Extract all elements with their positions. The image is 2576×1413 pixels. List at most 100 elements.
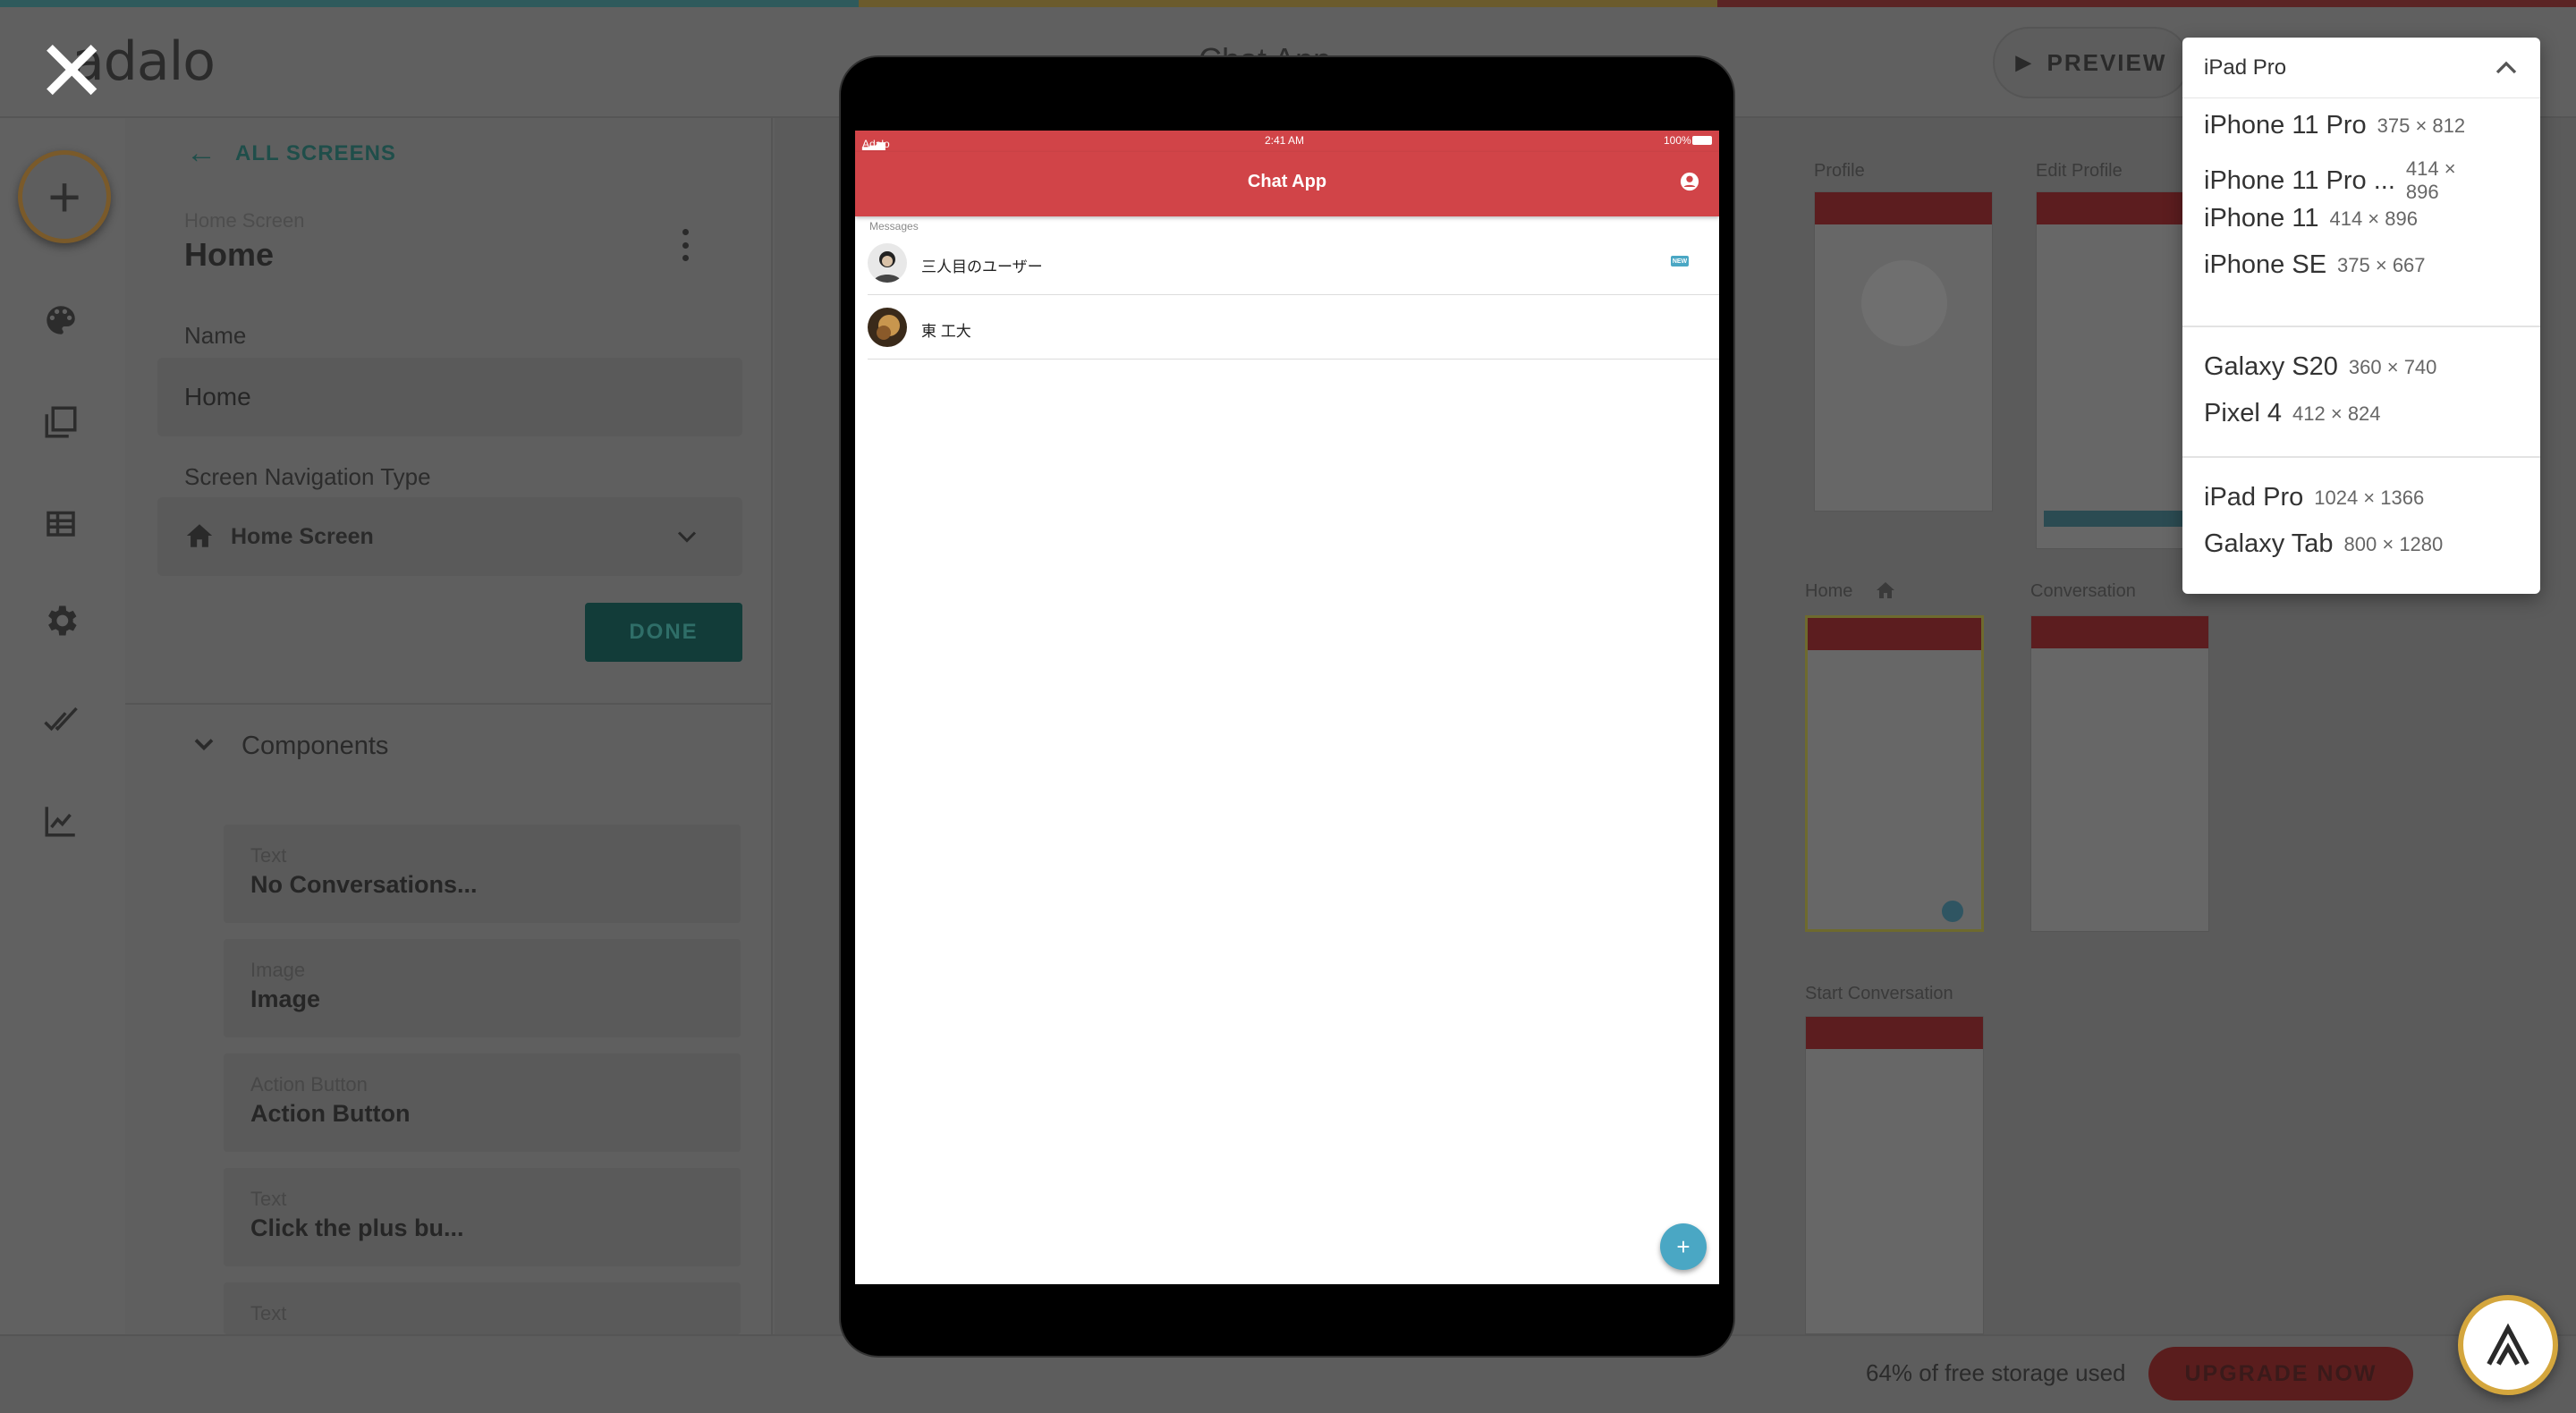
device-option-name: iPad Pro: [2204, 483, 2304, 512]
device-option[interactable]: iPad Pro 1024 × 1366: [2204, 483, 2424, 512]
device-option[interactable]: Pixel 4 412 × 824: [2204, 399, 2381, 428]
panel-divider: [125, 703, 773, 705]
all-screens-label: ALL SCREENS: [235, 140, 396, 165]
battery-icon: [1692, 136, 1712, 145]
publish-checks-icon[interactable]: [32, 692, 89, 749]
device-option-name: iPhone 11 Pro ...: [2204, 165, 2395, 195]
dropdown-header[interactable]: iPad Pro: [2182, 38, 2540, 98]
device-option[interactable]: Galaxy S20 360 × 740: [2204, 352, 2436, 382]
device-screen: ▂▃▅ Adalo 2:41 AM 100% Chat App Messages…: [855, 131, 1719, 1284]
canvas-screen-home[interactable]: [1805, 615, 1984, 932]
device-option-size: 414 × 896: [2329, 207, 2418, 230]
component-item[interactable]: Text No Conversations...: [224, 825, 741, 923]
preview-label: PREVIEW: [2046, 48, 2167, 76]
device-option[interactable]: iPhone 11 414 × 896: [2204, 204, 2418, 233]
device-option-size: 412 × 824: [2292, 402, 2381, 425]
device-option-name: iPhone 11 Pro: [2204, 111, 2367, 140]
nav-type-select[interactable]: Home Screen: [157, 497, 742, 576]
status-bar: ▂▃▅ Adalo 2:41 AM 100%: [855, 131, 1719, 152]
component-item[interactable]: Text: [224, 1282, 741, 1334]
device-option-size: 1024 × 1366: [2314, 486, 2425, 509]
device-option-name: Galaxy S20: [2204, 352, 2338, 381]
device-option-size: 414 × 896: [2405, 157, 2456, 203]
device-option-name: iPhone 11: [2204, 204, 2319, 233]
chevron-down-icon: [188, 728, 220, 765]
component-type: Text: [250, 844, 287, 867]
dropdown-separator: [2182, 326, 2540, 327]
ghost-header: [1815, 192, 1992, 224]
ghost-fab: [1942, 901, 1963, 922]
name-label: Name: [184, 322, 247, 349]
component-type: Text: [250, 1188, 287, 1210]
account-circle-icon[interactable]: [1680, 172, 1699, 191]
device-option-size: 360 × 740: [2348, 355, 2437, 378]
ghost-header: [1806, 1017, 1983, 1049]
device-option-name: Galaxy Tab: [2204, 529, 2334, 558]
components-header[interactable]: Components: [188, 728, 388, 765]
dropdown-separator: [2182, 456, 2540, 458]
ghost-header: [1808, 618, 1981, 650]
device-option-size: 375 × 667: [2337, 253, 2426, 276]
component-item[interactable]: Action Button Action Button: [224, 1053, 741, 1152]
device-option-name: iPhone SE: [2204, 250, 2327, 279]
help-chat-button[interactable]: [2458, 1295, 2558, 1395]
component-item[interactable]: Text Click the plus bu...: [224, 1168, 741, 1266]
component-type: Image: [250, 959, 306, 981]
close-preview-icon[interactable]: ✕: [36, 29, 107, 114]
canvas-screen-start-conversation[interactable]: [1805, 1016, 1984, 1334]
home-icon: [184, 520, 215, 555]
app-bar: Chat App: [855, 152, 1719, 216]
play-icon: ▶: [2015, 51, 2033, 73]
device-option[interactable]: iPhone SE 375 × 667: [2204, 250, 2426, 280]
canvas-screen-label: Profile: [1814, 161, 1865, 181]
status-time: 2:41 AM: [1265, 134, 1305, 147]
device-option-size: 375 × 812: [2377, 114, 2466, 137]
chevron-up-icon: [2496, 61, 2517, 74]
add-component-button[interactable]: +: [18, 150, 111, 243]
component-type: Action Button: [250, 1073, 368, 1096]
nav-type-label: Screen Navigation Type: [184, 463, 431, 490]
home-icon: [1875, 580, 1896, 605]
screens-icon[interactable]: [32, 393, 89, 451]
message-sender-name: 東 工大: [921, 323, 971, 340]
device-option[interactable]: Galaxy Tab 800 × 1280: [2204, 529, 2443, 559]
top-color-bar: [0, 0, 2576, 7]
canvas-screen-label: Home: [1805, 581, 1853, 601]
canvas-screen-label: Edit Profile: [2036, 161, 2123, 181]
preview-button[interactable]: ▶ PREVIEW: [1993, 27, 2190, 98]
adalo-help-icon: [2487, 1323, 2529, 1366]
canvas-screen-conversation[interactable]: [2030, 615, 2209, 932]
device-option[interactable]: iPhone 11 Pro 375 × 812: [2204, 111, 2465, 140]
message-list-item[interactable]: 東 工大: [868, 295, 1719, 360]
settings-gear-icon[interactable]: [32, 592, 89, 649]
top-color-segment: [1717, 0, 2576, 7]
component-name: Click the plus bu...: [250, 1214, 464, 1241]
storage-usage-text: 64% of free storage used: [1866, 1359, 2126, 1386]
palette-icon[interactable]: [32, 292, 89, 349]
message-list-item[interactable]: 三人目のユーザー NEW: [868, 231, 1719, 295]
component-item[interactable]: Image Image: [224, 939, 741, 1037]
plus-icon: +: [47, 165, 81, 229]
user-avatar: [868, 308, 907, 347]
new-conversation-fab[interactable]: +: [1660, 1223, 1707, 1270]
analytics-icon[interactable]: [32, 792, 89, 850]
name-field[interactable]: Home: [157, 358, 742, 436]
device-size-dropdown: iPad Pro iPhone 11 Pro 375 × 812 iPhone …: [2182, 38, 2540, 594]
upgrade-now-button[interactable]: UPGRADE NOW: [2148, 1347, 2413, 1400]
component-type: Text: [250, 1302, 287, 1324]
selected-device: iPad Pro: [2204, 55, 2287, 80]
database-icon[interactable]: [32, 494, 89, 551]
canvas-screen-profile[interactable]: [1814, 191, 1993, 512]
component-name: No Conversations...: [250, 871, 478, 898]
new-message-badge: NEW: [1671, 256, 1689, 267]
device-option-size: 800 × 1280: [2343, 532, 2444, 555]
chat-app-title: Chat App: [1247, 172, 1327, 191]
components-label: Components: [242, 732, 389, 760]
component-name: Image: [250, 986, 321, 1012]
more-vert-icon[interactable]: [673, 225, 698, 265]
screen-title: Home: [184, 236, 275, 273]
done-button[interactable]: DONE: [585, 603, 742, 662]
canvas-screen-label: Start Conversation: [1805, 984, 1953, 1003]
device-option[interactable]: iPhone 11 Pro ... 414 × 896: [2204, 157, 2469, 204]
all-screens-link[interactable]: ← ALL SCREENS: [186, 136, 396, 171]
